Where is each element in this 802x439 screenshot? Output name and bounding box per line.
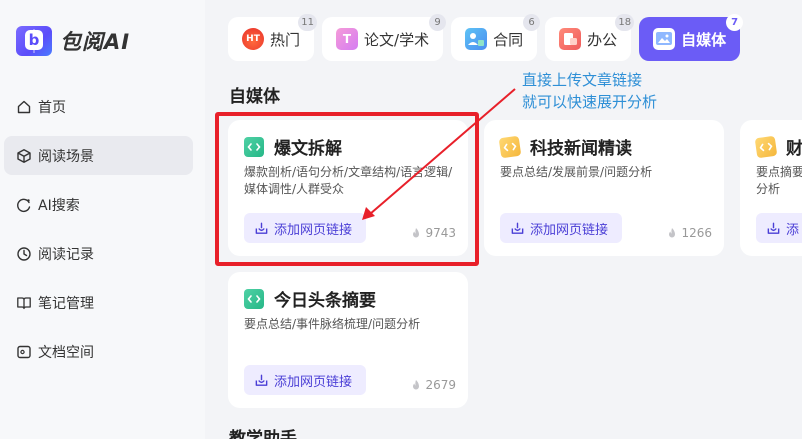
card-title: 今日头条摘要	[274, 291, 376, 311]
book-open-icon	[16, 295, 32, 311]
search-ai-icon	[16, 197, 32, 213]
upload-box-icon	[255, 374, 268, 386]
callout-line: 就可以快速展开分析	[522, 93, 658, 111]
main-content: HT 热门 11 T 论文/学术 9 合同 6 办公 18 自媒体 7 自媒体 …	[205, 0, 802, 439]
tab-label: 论文/学术	[364, 30, 430, 49]
folder-icon	[16, 344, 32, 360]
sidebar-item-home[interactable]: 首页	[4, 87, 193, 126]
app-logo[interactable]: b 包阅AI	[16, 24, 130, 58]
scene-card[interactable]: 财 要点摘要分析 添	[740, 120, 802, 256]
card-desc: 爆款剖析/语句分析/文章结构/语言逻辑/媒体调性/人群受众	[244, 165, 453, 196]
tab-label: 热门	[270, 30, 301, 49]
fire-icon	[669, 228, 676, 238]
card-desc: 要点总结/事件脉络梳理/问题分析	[244, 317, 421, 331]
sidebar-item-label: 阅读记录	[38, 246, 94, 263]
tag-doc-icon	[498, 135, 522, 158]
sidebar-item-ai-search[interactable]: AI搜索	[4, 185, 193, 224]
button-label: 添加网页链接	[274, 374, 353, 390]
view-count: 2679	[410, 378, 456, 392]
sidebar-item-reading-scenes[interactable]: 阅读场景	[4, 136, 193, 175]
tab-label: 自媒体	[681, 30, 727, 49]
sidebar-nav: 首页 阅读场景 AI搜索 阅读记录 笔记管理 文档空间	[0, 87, 205, 381]
view-count: 1266	[666, 226, 712, 240]
clock-icon	[16, 246, 32, 262]
hot-icon: HT	[242, 28, 264, 50]
fire-icon	[413, 380, 420, 390]
scene-card[interactable]: 科技新闻精读 要点总结/发展前景/问题分析 添加网页链接 1266	[484, 120, 724, 256]
callout-line: 直接上传文章链接	[522, 71, 643, 89]
app-name: 包阅AI	[60, 30, 131, 54]
add-web-link-button[interactable]: 添加网页链接	[244, 213, 367, 243]
home-icon	[16, 99, 32, 115]
annotation-callout: 直接上传文章链接 就可以快速展开分析	[522, 69, 657, 113]
button-label: 添	[786, 222, 800, 238]
sidebar-item-label: 阅读场景	[38, 148, 94, 165]
add-web-link-button[interactable]: 添加网页链接	[244, 365, 367, 395]
card-desc: 要点总结/发展前景/问题分析	[500, 165, 653, 179]
tab-office[interactable]: 办公 18	[545, 14, 635, 61]
section-title-teaching: 教学助手	[229, 429, 297, 439]
cube-icon	[16, 148, 32, 164]
tab-count-badge: 18	[615, 14, 635, 31]
section-title: 自媒体	[229, 87, 280, 107]
sidebar-item-label: 文档空间	[38, 344, 94, 361]
tab-count-badge: 6	[523, 14, 541, 31]
upload-box-icon	[511, 222, 524, 234]
media-icon	[653, 28, 676, 50]
tab-count-badge: 9	[429, 14, 447, 31]
tab-label: 合同	[493, 30, 524, 49]
add-web-link-button[interactable]: 添加网页链接	[500, 213, 623, 243]
sidebar: b 包阅AI 首页 阅读场景 AI搜索 阅读记录 笔记管理 文档空间	[0, 0, 205, 439]
sidebar-item-doc-space[interactable]: 文档空间	[4, 332, 193, 371]
add-web-link-button[interactable]: 添	[756, 213, 802, 243]
tab-count-badge: 11	[298, 14, 318, 31]
view-count: 9743	[410, 226, 456, 240]
tab-hot[interactable]: HT 热门 11	[228, 14, 318, 61]
tab-contract[interactable]: 合同 6	[451, 14, 541, 61]
card-title: 财	[786, 139, 802, 159]
button-label: 添加网页链接	[274, 222, 353, 238]
scene-card[interactable]: 爆文拆解 爆款剖析/语句分析/文章结构/语言逻辑/媒体调性/人群受众 添加网页链…	[228, 120, 468, 256]
tab-paper[interactable]: T 论文/学术 9	[322, 14, 447, 61]
tab-count-badge: 7	[726, 14, 744, 31]
card-title: 科技新闻精读	[530, 139, 632, 159]
contract-icon	[465, 28, 488, 50]
sidebar-item-label: 首页	[38, 99, 66, 116]
paper-icon: T	[336, 28, 359, 50]
fire-icon	[413, 228, 420, 238]
logo-book-icon: b	[16, 24, 52, 58]
sidebar-item-notes[interactable]: 笔记管理	[4, 283, 193, 322]
upload-box-icon	[767, 222, 780, 234]
card-desc: 要点摘要分析	[756, 165, 802, 196]
tab-self-media[interactable]: 自媒体 7	[639, 14, 744, 61]
office-icon	[559, 28, 582, 50]
sidebar-item-label: AI搜索	[38, 197, 80, 214]
tab-label: 办公	[587, 30, 618, 49]
sidebar-item-label: 笔记管理	[38, 295, 94, 312]
code-doc-icon	[244, 136, 264, 157]
scene-card[interactable]: 今日头条摘要 要点总结/事件脉络梳理/问题分析 添加网页链接 2679	[228, 272, 468, 408]
tag-doc-icon	[754, 135, 778, 158]
button-label: 添加网页链接	[530, 222, 609, 238]
category-tabs: HT 热门 11 T 论文/学术 9 合同 6 办公 18 自媒体 7	[228, 14, 748, 61]
card-title: 爆文拆解	[274, 139, 342, 159]
upload-box-icon	[255, 222, 268, 234]
sidebar-item-reading-history[interactable]: 阅读记录	[4, 234, 193, 273]
code-doc-icon	[244, 288, 264, 309]
